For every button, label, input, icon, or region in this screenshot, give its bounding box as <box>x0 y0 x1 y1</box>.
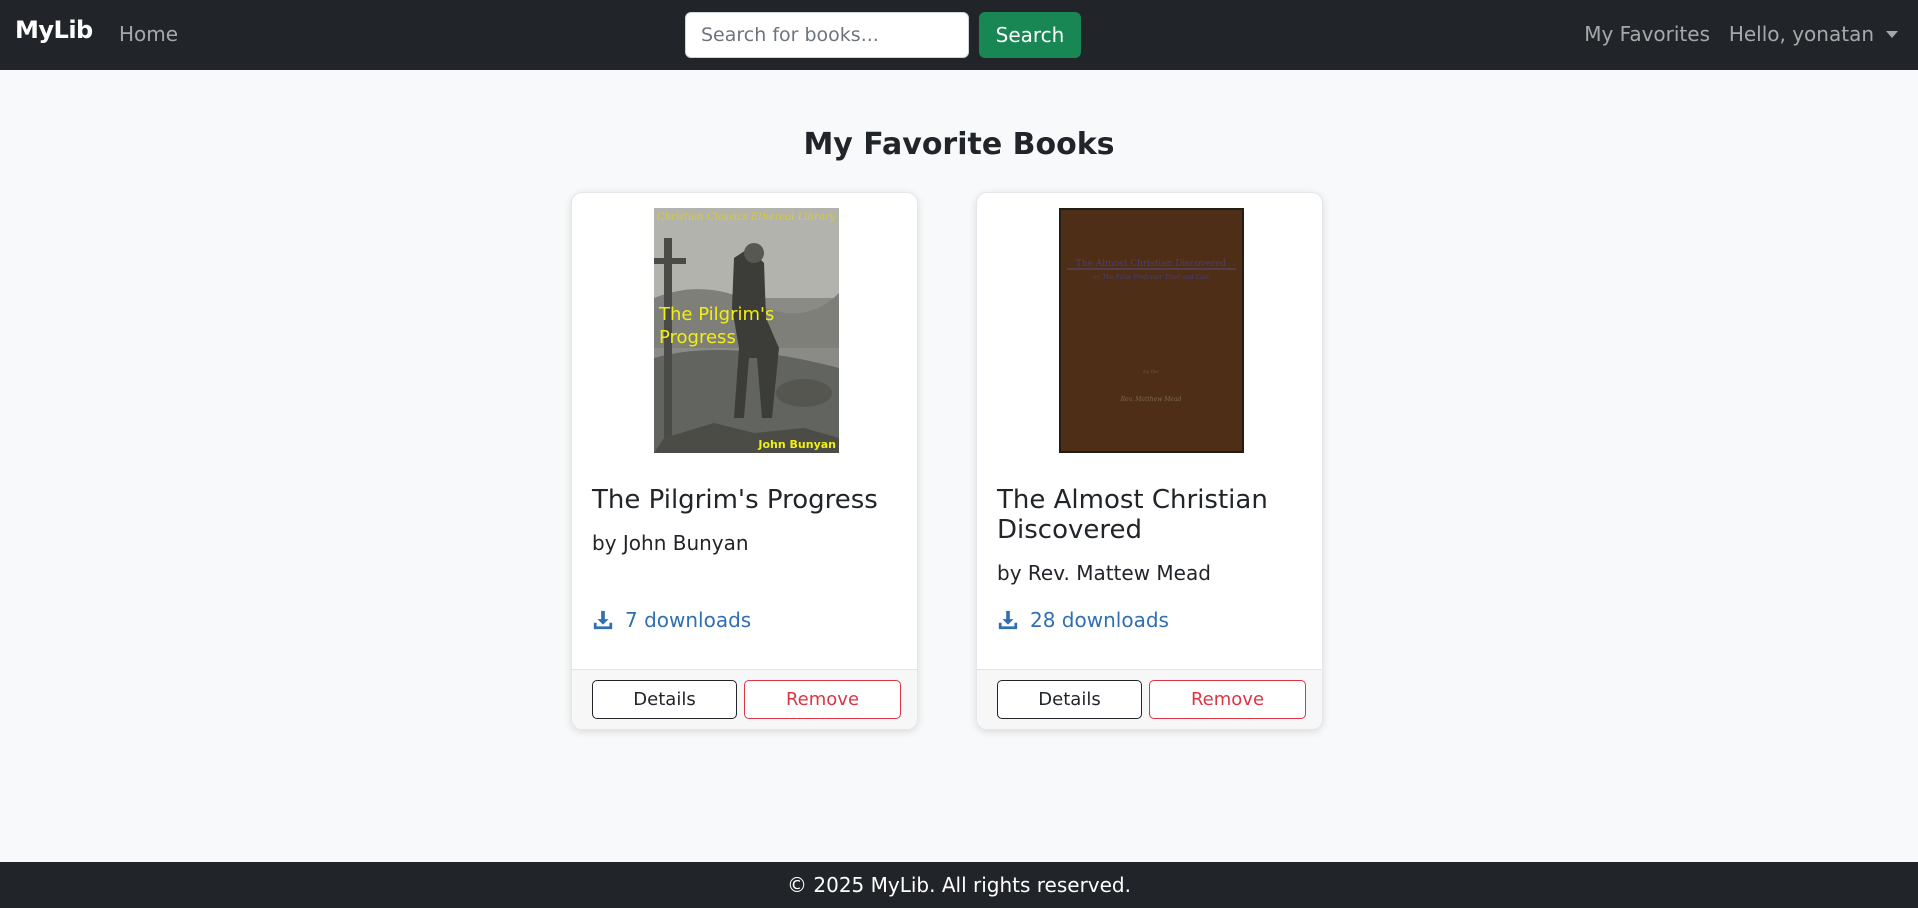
cover-title-line2: Progress <box>659 327 736 348</box>
search-input[interactable] <box>685 12 969 58</box>
remove-button[interactable]: Remove <box>744 680 901 719</box>
book-card: Christian Classics Ethereal Library The … <box>571 192 918 730</box>
cover-by-text: by the <box>1143 369 1159 375</box>
download-count-label: 28 downloads <box>1030 608 1169 632</box>
book-cover-image[interactable]: Christian Classics Ethereal Library The … <box>654 208 839 453</box>
details-button[interactable]: Details <box>592 680 737 719</box>
nav-my-favorites-link[interactable]: My Favorites <box>1584 22 1710 46</box>
cover-top-text: Christian Classics Ethereal Library <box>657 212 836 223</box>
pilgrims-progress-cover: Christian Classics Ethereal Library The … <box>654 208 839 453</box>
user-greeting: Hello, yonatan <box>1728 22 1874 46</box>
page-title: My Favorite Books <box>803 127 1115 162</box>
download-count: 28 downloads <box>997 608 1169 632</box>
remove-button[interactable]: Remove <box>1149 680 1306 719</box>
brand-logo[interactable]: MyLib <box>15 16 93 44</box>
download-icon <box>998 610 1018 630</box>
user-dropdown[interactable]: Hello, yonatan <box>1729 22 1898 46</box>
page-footer: © 2025 MyLib. All rights reserved. <box>0 862 1918 908</box>
details-button[interactable]: Details <box>997 680 1142 719</box>
card-footer: Details Remove <box>977 669 1322 729</box>
book-author: by John Bunyan <box>592 531 749 555</box>
cover-title-text: The Almost Christian Discovered <box>1076 259 1227 269</box>
caret-down-icon <box>1886 30 1898 38</box>
card-footer: Details Remove <box>572 669 917 729</box>
book-cover-image[interactable]: The Almost Christian Discovered or, The … <box>1059 208 1244 453</box>
book-author: by Rev. Mattew Mead <box>997 561 1211 585</box>
navbar: MyLib Home Search My Favorites Hello, yo… <box>0 0 1918 70</box>
cover-author-text: Rev. Matthew Mead <box>1120 396 1182 403</box>
footer-copyright: © 2025 MyLib. All rights reserved. <box>787 873 1131 897</box>
nav-home-link[interactable]: Home <box>119 22 178 46</box>
book-card: The Almost Christian Discovered or, The … <box>976 192 1323 730</box>
book-title: The Almost Christian Discovered <box>997 485 1268 545</box>
download-count-label: 7 downloads <box>625 608 752 632</box>
almost-christian-cover: The Almost Christian Discovered or, The … <box>1059 208 1244 453</box>
cover-title-line1: The Pilgrim's <box>658 304 774 325</box>
cover-author-text: John Bunyan <box>757 438 836 451</box>
download-icon <box>593 610 613 630</box>
search-button[interactable]: Search <box>979 12 1081 58</box>
book-title: The Pilgrim's Progress <box>592 485 878 515</box>
cover-subtitle-text: or, The False Professor Tried and Cast <box>1093 274 1210 281</box>
download-count: 7 downloads <box>592 608 751 632</box>
